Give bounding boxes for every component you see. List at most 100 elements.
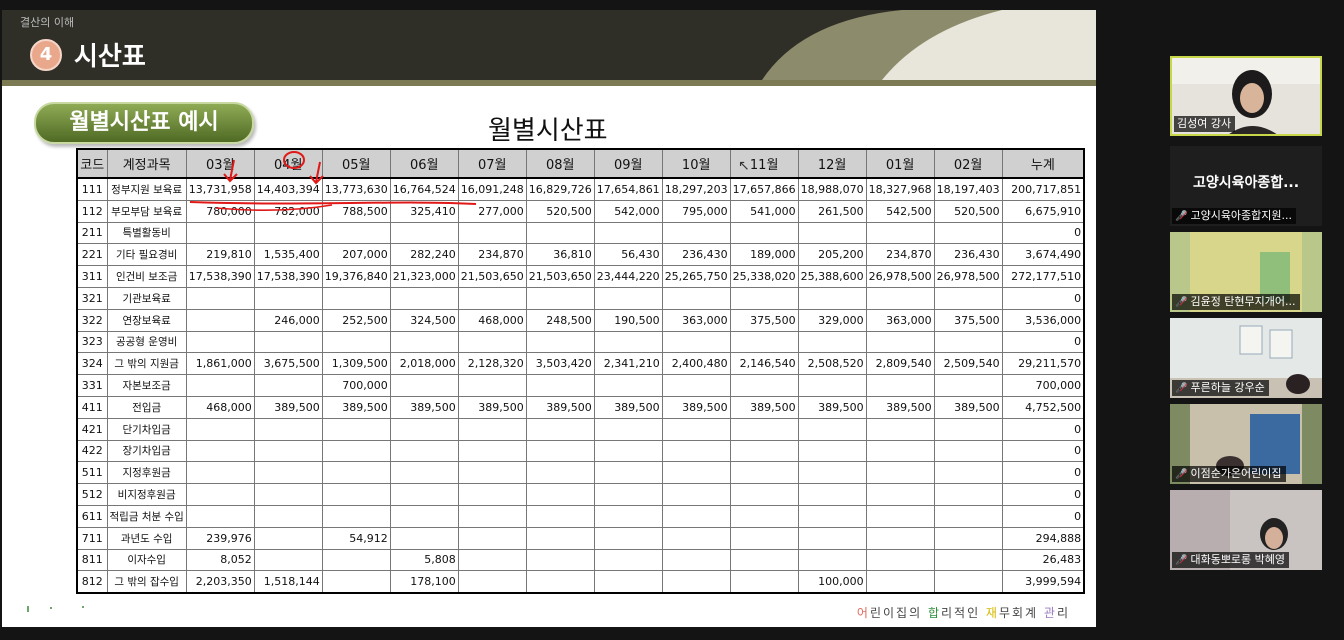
column-header: 01월 [865, 148, 935, 179]
amount-cell: 54,912 [321, 526, 391, 550]
amount-cell: 780,000 [185, 199, 255, 223]
amount-cell: 520,500 [525, 199, 595, 223]
participant-tile[interactable]: 🎤̸ 이점순가온어린이집 [1170, 404, 1322, 484]
participant-tile-name-only[interactable]: 고양시육아종합... 🎤̸ 고양시육아종합지원... [1170, 146, 1322, 226]
amount-cell: 17,538,390 [253, 265, 323, 288]
amount-cell: 16,091,248 [457, 177, 527, 201]
amount-cell: 788,500 [321, 199, 391, 223]
amount-cell [933, 374, 1003, 397]
account-code: 321 [76, 286, 108, 310]
account-name: 특별활동비 [106, 221, 187, 245]
header-divider [2, 80, 1096, 86]
amount-cell [457, 526, 527, 550]
amount-cell: 389,500 [321, 395, 391, 419]
amount-cell: 248,500 [525, 308, 595, 332]
amount-cell [933, 504, 1003, 528]
account-name: 공공형 운영비 [106, 330, 187, 354]
amount-cell: 1,535,400 [253, 243, 323, 267]
amount-cell [525, 439, 595, 463]
amount-cell: 234,870 [865, 243, 935, 267]
amount-cell: 542,000 [593, 199, 663, 223]
total-cell: 0 [1001, 417, 1085, 441]
amount-cell [865, 374, 935, 397]
amount-cell: 26,978,500 [933, 265, 1003, 288]
amount-cell [593, 570, 663, 594]
account-name: 그 밖의 지원금 [106, 352, 187, 376]
account-code: 611 [76, 504, 108, 528]
amount-cell: 2,128,320 [457, 352, 527, 376]
account-name: 전입금 [106, 395, 187, 419]
account-code: 311 [76, 265, 108, 288]
amount-cell [797, 483, 867, 506]
amount-cell: 56,430 [593, 243, 663, 267]
account-name: 연장보육료 [106, 308, 187, 332]
total-cell: 0 [1001, 439, 1085, 463]
amount-cell: 17,538,390 [185, 265, 255, 288]
amount-cell [253, 461, 323, 485]
amount-cell: 21,323,000 [389, 265, 459, 288]
amount-cell [933, 417, 1003, 441]
account-code: 112 [76, 199, 108, 223]
column-header: 누계 [1001, 148, 1085, 179]
amount-cell [593, 374, 663, 397]
participant-tile[interactable]: 🎤̸ 대화동뽀로롱 박혜영 [1170, 490, 1322, 570]
account-name: 장기차입금 [106, 439, 187, 463]
amount-cell [865, 286, 935, 310]
amount-cell: 16,764,524 [389, 177, 459, 201]
participant-tile[interactable]: 🎤̸ 푸른하늘 강우순 [1170, 318, 1322, 398]
account-code: 411 [76, 395, 108, 419]
account-name: 정부지원 보육료 [106, 177, 187, 201]
amount-cell [253, 483, 323, 506]
column-header: 08월 [525, 148, 595, 179]
amount-cell [185, 461, 255, 485]
amount-cell [729, 461, 799, 485]
amount-cell [593, 504, 663, 528]
amount-cell: 13,773,630 [321, 177, 391, 201]
column-header: 05월 [321, 148, 391, 179]
amount-cell [729, 330, 799, 354]
amount-cell [661, 374, 731, 397]
mic-muted-icon: 🎤̸ [1175, 383, 1188, 394]
participant-label: 🎤̸ 푸른하늘 강우순 [1172, 380, 1269, 396]
amount-cell [525, 504, 595, 528]
amount-cell [457, 286, 527, 310]
total-cell: 4,752,500 [1001, 395, 1085, 419]
amount-cell [933, 439, 1003, 463]
column-header: 03월 [185, 148, 255, 179]
amount-cell [729, 548, 799, 572]
participant-tile-speaker[interactable]: 김성여 강사 [1170, 56, 1322, 136]
amount-cell [797, 330, 867, 354]
amount-cell [933, 221, 1003, 245]
participant-display-name: 고양시육아종합... [1192, 175, 1300, 191]
amount-cell [253, 504, 323, 528]
amount-cell: 13,731,958 [185, 177, 255, 201]
column-header: 12월 [797, 148, 867, 179]
participant-tile[interactable]: 🎤̸ 김윤정 탄현무지개어... [1170, 232, 1322, 312]
amount-cell: 25,338,020 [729, 265, 799, 288]
column-header: 07월 [457, 148, 527, 179]
amount-cell [729, 374, 799, 397]
amount-cell [321, 483, 391, 506]
total-cell: 3,999,594 [1001, 570, 1085, 594]
amount-cell: 207,000 [321, 243, 391, 267]
account-code: 211 [76, 221, 108, 245]
amount-cell [389, 417, 459, 441]
total-cell: 26,483 [1001, 548, 1085, 572]
amount-cell: 190,500 [593, 308, 663, 332]
amount-cell [525, 417, 595, 441]
amount-cell: 16,829,726 [525, 177, 595, 201]
total-cell: 3,674,490 [1001, 243, 1085, 267]
amount-cell [729, 286, 799, 310]
amount-cell: 26,978,500 [865, 265, 935, 288]
amount-cell [389, 483, 459, 506]
amount-cell [797, 526, 867, 550]
account-name: 적립금 처분 수입 [106, 504, 187, 528]
amount-cell: 520,500 [933, 199, 1003, 223]
amount-cell: 1,309,500 [321, 352, 391, 376]
amount-cell [525, 374, 595, 397]
amount-cell: 2,146,540 [729, 352, 799, 376]
amount-cell: 25,265,750 [661, 265, 731, 288]
amount-cell [729, 570, 799, 594]
amount-cell [525, 570, 595, 594]
amount-cell [865, 461, 935, 485]
